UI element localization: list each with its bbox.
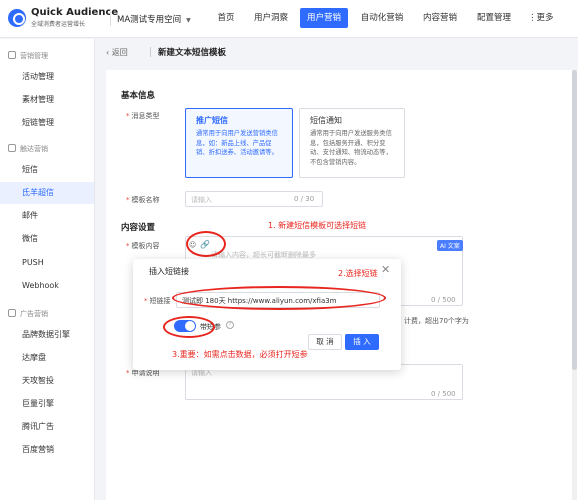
nav-user-insight[interactable]: 用户洞察 bbox=[248, 8, 294, 28]
sidebar-group-ads: 广告营销 bbox=[8, 309, 48, 319]
quick-audience-logo-icon bbox=[8, 9, 26, 27]
sidebar-item-material[interactable]: 素材管理 bbox=[0, 89, 94, 111]
menu-icon: ⋮ bbox=[528, 13, 537, 23]
page-title: 新建文本短信模板 bbox=[158, 48, 227, 58]
annotation-step3: 3.重要：如需点击数据，必须打开短参 bbox=[172, 350, 308, 359]
annotation-ellipse-short-link bbox=[172, 286, 386, 310]
sidebar-item-brand-engine[interactable]: 品牌数据引擎 bbox=[0, 324, 94, 346]
sidebar-item-activity[interactable]: 活动管理 bbox=[0, 66, 94, 88]
nav-user-marketing[interactable]: 用户营销 bbox=[300, 8, 348, 28]
nav-more[interactable]: ⋮更多 bbox=[528, 8, 554, 28]
help-icon[interactable]: ? bbox=[226, 321, 234, 329]
section-basic-info: 基本信息 bbox=[121, 91, 156, 101]
annotation-step2: 2.选择短链 bbox=[338, 269, 378, 278]
brand-title: Quick Audience bbox=[31, 7, 119, 18]
sidebar-item-damopan[interactable]: 达摩盘 bbox=[0, 347, 94, 369]
brand: Quick Audience 全域消费者运营增长 bbox=[31, 7, 118, 28]
sidebar-item-juliang[interactable]: 巨量引擎 bbox=[0, 393, 94, 415]
insert-button[interactable]: 插 入 bbox=[345, 334, 379, 350]
nav-config[interactable]: 配置管理 bbox=[470, 8, 518, 28]
scrollbar-thumb[interactable] bbox=[572, 70, 577, 370]
cancel-button[interactable]: 取 消 bbox=[308, 334, 342, 350]
short-link-label: * 短链接 bbox=[144, 297, 171, 305]
modal-title: 插入短链接 bbox=[149, 267, 189, 276]
type-card-title: 推广短信 bbox=[196, 116, 228, 125]
back-button[interactable]: ‹ 返回 bbox=[106, 47, 128, 58]
nav-content-marketing[interactable]: 内容营销 bbox=[416, 8, 464, 28]
ai-copy-badge[interactable]: AI 文案 bbox=[437, 240, 463, 251]
breadcrumb-divider bbox=[150, 47, 151, 57]
sidebar-item-super-sms[interactable]: 氐羊超信 bbox=[0, 182, 94, 204]
sidebar-item-baidu[interactable]: 百度营销 bbox=[0, 439, 94, 461]
nav-automation[interactable]: 自动化营销 bbox=[354, 8, 410, 28]
remark-counter: 0 / 500 bbox=[431, 390, 456, 398]
back-label: 返回 bbox=[111, 48, 128, 57]
reach-icon bbox=[8, 144, 16, 152]
template-content-label: * 模板内容 bbox=[126, 242, 160, 250]
nav-more-label: 更多 bbox=[536, 13, 554, 23]
workspace-selector[interactable]: MA测试专用空间 ▼ bbox=[117, 13, 191, 25]
sidebar-item-webhook[interactable]: Webhook bbox=[0, 275, 94, 297]
sidebar-item-shortlink[interactable]: 短链管理 bbox=[0, 112, 94, 134]
type-card-desc: 通常用于向用户发送服务类信息，包括服务开通、积分变动、支付通知、物流动态等，不包… bbox=[310, 130, 392, 166]
workspace-label: MA测试专用空间 bbox=[117, 15, 182, 25]
sidebar-group-label: 触达营销 bbox=[20, 145, 48, 153]
annotation-step1: 1. 新建短信模板可选择短链 bbox=[268, 221, 367, 230]
template-name-counter: 0 / 30 bbox=[294, 195, 315, 203]
type-card-promotion[interactable]: 推广短信 通常用于向用户发送营销类信息，如：新品上线、产品促销、折扣送券、活动邀… bbox=[185, 108, 293, 178]
sidebar-item-sms[interactable]: 短信 bbox=[0, 159, 94, 181]
type-card-desc: 通常用于向用户发送营销类信息，如：新品上线、产品促销、折扣送券、活动邀请等。 bbox=[196, 130, 278, 157]
template-name-label: * 模板名称 bbox=[126, 196, 160, 204]
fee-note: 计费，超出70个字为 bbox=[404, 317, 469, 325]
page-scrollbar[interactable] bbox=[572, 70, 577, 500]
ads-icon bbox=[8, 309, 16, 317]
caret-down-icon: ▼ bbox=[186, 17, 191, 24]
sidebar-item-tencent-ads[interactable]: 腾讯广告 bbox=[0, 416, 94, 438]
annotation-ellipse-toggle bbox=[163, 316, 215, 338]
template-content-counter: 0 / 500 bbox=[431, 296, 456, 304]
sidebar-group-label: 广告营销 bbox=[20, 310, 48, 318]
type-card-title: 短信通知 bbox=[310, 116, 342, 125]
sidebar-item-email[interactable]: 邮件 bbox=[0, 205, 94, 227]
breadcrumb: ‹ 返回 新建文本短信模板 bbox=[106, 44, 578, 62]
top-bar: Quick Audience 全域消费者运营增长 MA测试专用空间 ▼ 首页 用户… bbox=[0, 0, 578, 38]
marketing-icon bbox=[8, 51, 16, 59]
sidebar-group-reach: 触达营销 bbox=[8, 144, 48, 154]
annotation-ellipse-link-icon bbox=[186, 231, 226, 257]
sidebar-item-push[interactable]: PUSH bbox=[0, 252, 94, 274]
close-icon[interactable]: ✕ bbox=[381, 263, 390, 276]
message-type-label: * 消息类型 bbox=[126, 112, 160, 120]
sidebar-item-wechat[interactable]: 微信 bbox=[0, 228, 94, 250]
header-divider bbox=[110, 10, 111, 26]
sidebar-item-tiangong[interactable]: 天攻智投 bbox=[0, 370, 94, 392]
nav-home[interactable]: 首页 bbox=[210, 8, 242, 28]
sidebar-group-label: 营销管理 bbox=[20, 52, 48, 60]
brand-subtitle: 全域消费者运营增长 bbox=[31, 21, 86, 28]
sidebar: 营销管理 活动管理 素材管理 短链管理 触达营销 短信 氐羊超信 邮件 微信 P… bbox=[0, 39, 95, 500]
section-content: 内容设置 bbox=[121, 223, 156, 233]
type-card-notification[interactable]: 短信通知 通常用于向用户发送服务类信息，包括服务开通、积分变动、支付通知、物流动… bbox=[299, 108, 405, 178]
sidebar-group-marketing: 营销管理 bbox=[8, 51, 48, 61]
